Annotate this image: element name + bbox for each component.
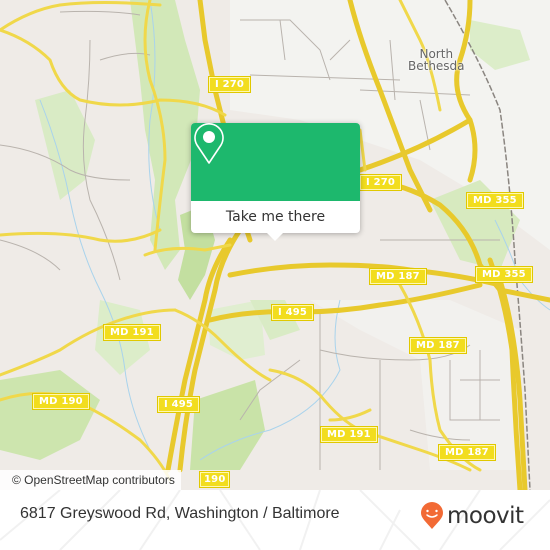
road-shield: MD 190: [32, 393, 90, 410]
place-label-line: Bethesda: [408, 59, 465, 73]
popup-pointer: [267, 233, 283, 241]
map-attribution[interactable]: © OpenStreetMap contributors: [0, 470, 181, 490]
road-shield: MD 191: [320, 426, 378, 443]
road-shield: I 270: [207, 76, 252, 93]
take-me-there-button[interactable]: Take me there: [191, 201, 360, 233]
road-shield: MD 191: [103, 324, 161, 341]
footer: 6817 Greyswood Rd, Washington / Baltimor…: [0, 490, 550, 550]
address-text: 6817 Greyswood Rd, Washington / Baltimor…: [20, 505, 340, 522]
road-shield: I 270: [358, 174, 403, 191]
place-label-north-bethesda: North Bethesda: [408, 48, 465, 72]
moovit-logo[interactable]: moovit: [420, 502, 524, 530]
popup-header: [191, 123, 360, 201]
moovit-pin-icon: [421, 502, 443, 529]
road-shield: MD 355: [475, 266, 533, 283]
road-shield: 190: [198, 471, 231, 488]
road-shield: MD 187: [409, 337, 467, 354]
road-shield: I 495: [270, 304, 315, 321]
location-popup: Take me there: [191, 123, 360, 241]
road-shield: MD 187: [369, 268, 427, 285]
moovit-wordmark: moovit: [447, 503, 524, 529]
map[interactable]: North Bethesda I 270 I 270 MD 355 MD 187…: [0, 0, 550, 490]
road-shield: I 495: [156, 396, 201, 413]
map-tiles: [0, 0, 550, 490]
road-shield: MD 355: [466, 192, 524, 209]
map-pin-icon: [194, 123, 224, 164]
road-shield: MD 187: [438, 444, 496, 461]
